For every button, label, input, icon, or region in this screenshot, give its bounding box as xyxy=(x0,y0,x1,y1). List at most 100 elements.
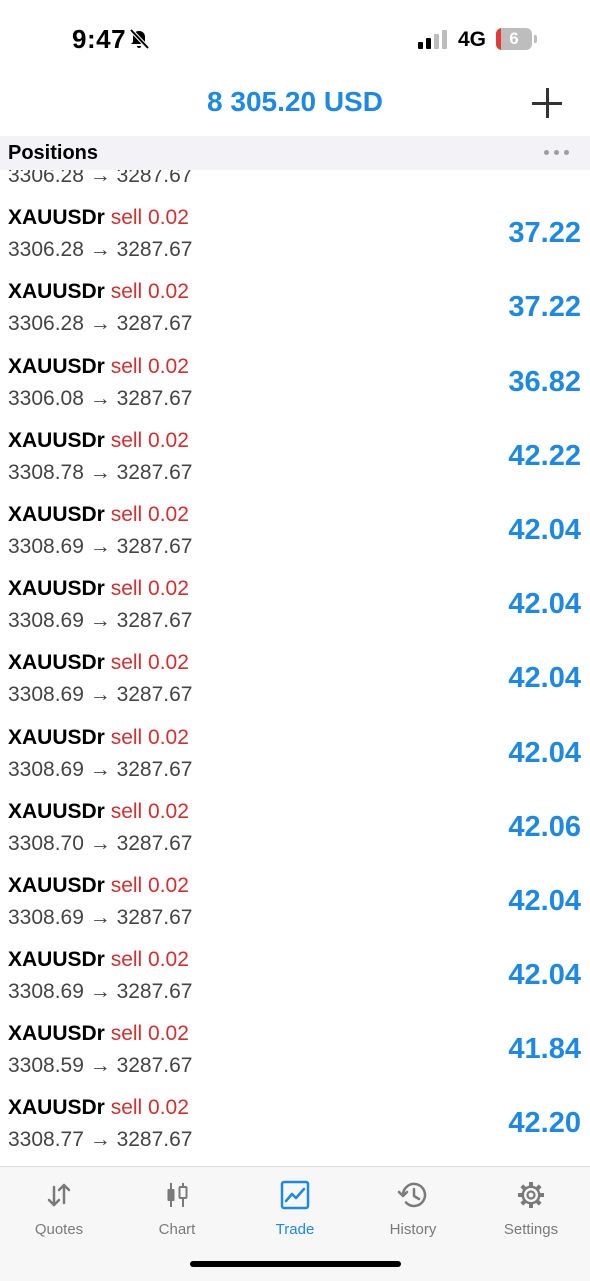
position-title: XAUUSDr sell 0.02 xyxy=(8,874,189,898)
position-profit: 42.04 xyxy=(508,513,581,546)
position-symbol: XAUUSDr xyxy=(8,799,105,823)
position-title: XAUUSDr sell 0.02 xyxy=(8,280,189,304)
position-profit: 36.82 xyxy=(508,365,581,398)
position-side: sell 0.02 xyxy=(110,354,189,378)
position-side: sell 0.02 xyxy=(110,725,189,749)
tab-label: Trade xyxy=(275,1221,315,1238)
position-side: sell 0.02 xyxy=(110,1022,189,1046)
position-profit: 42.22 xyxy=(508,439,581,472)
position-profit: 42.04 xyxy=(508,884,581,917)
position-row[interactable]: XAUUSDr sell 0.02 3308.69 → 3287.67 42.04 xyxy=(0,640,590,714)
account-balance: 8 305.20 USD xyxy=(207,86,383,117)
position-side: sell 0.02 xyxy=(110,428,189,452)
position-title: XAUUSDr sell 0.02 xyxy=(8,651,189,675)
candlestick-chart-icon xyxy=(167,1183,188,1207)
position-prices: 3308.59 → 3287.67 xyxy=(8,1054,193,1078)
position-row[interactable]: XAUUSDr sell 0.02 3308.69 → 3287.67 42.04 xyxy=(0,863,590,937)
position-prices: 3306.28 → 3287.67 xyxy=(8,238,193,262)
position-symbol: XAUUSDr xyxy=(8,948,105,972)
quotes-arrows-icon xyxy=(47,1183,71,1207)
status-bar: 9:47 4G 6 xyxy=(0,0,590,80)
position-symbol: XAUUSDr xyxy=(8,354,105,378)
positions-section-header: Positions xyxy=(0,136,590,170)
position-prices: 3308.69 → 3287.67 xyxy=(8,905,193,929)
position-side: sell 0.02 xyxy=(110,948,189,972)
position-row[interactable]: XAUUSDr sell 0.02 3308.59 → 3287.67 41.84 xyxy=(0,1011,590,1085)
position-side: sell 0.02 xyxy=(110,502,189,526)
position-title: XAUUSDr sell 0.02 xyxy=(8,948,189,972)
position-title: XAUUSDr sell 0.02 xyxy=(8,800,189,824)
positions-list[interactable]: 3306.28 → 3287.67 37.22 XAUUSDr sell 0.02 3… xyxy=(0,136,590,1166)
position-row[interactable]: XAUUSDr sell 0.02 3306.28 → 3287.67 37.22 xyxy=(0,195,590,269)
position-row[interactable]: XAUUSDr sell 0.02 3306.08 → 3287.67 36.82 xyxy=(0,344,590,418)
position-profit: 37.22 xyxy=(508,291,581,324)
position-symbol: XAUUSDr xyxy=(8,502,105,526)
status-time: 9:47 xyxy=(72,24,127,54)
tab-label: History xyxy=(389,1221,437,1238)
bell-muted-icon xyxy=(129,28,150,50)
tab-trade[interactable]: Trade xyxy=(240,1179,350,1238)
position-symbol: XAUUSDr xyxy=(8,651,105,675)
tab-history[interactable]: History xyxy=(358,1179,468,1238)
header: 8 305.20 USD xyxy=(0,80,590,130)
gear-icon xyxy=(518,1182,544,1208)
position-row[interactable]: XAUUSDr sell 0.02 3308.77 → 3287.67 42.20 xyxy=(0,1085,590,1159)
position-profit: 42.20 xyxy=(508,1107,581,1140)
position-row[interactable]: XAUUSDr sell 0.02 3306.28 → 3287.67 37.22 xyxy=(0,269,590,343)
position-symbol: XAUUSDr xyxy=(8,428,105,452)
position-prices: 3308.69 → 3287.67 xyxy=(8,683,193,707)
position-row[interactable]: XAUUSDr sell 0.02 3308.69 → 3287.67 42.04 xyxy=(0,566,590,640)
position-title: XAUUSDr sell 0.02 xyxy=(8,726,189,750)
position-prices: 3308.69 → 3287.67 xyxy=(8,980,193,1004)
battery-level: 6 xyxy=(509,29,519,48)
tab-chart[interactable]: Chart xyxy=(122,1179,232,1238)
position-row[interactable]: XAUUSDr sell 0.02 3308.69 → 3287.67 42.04 xyxy=(0,937,590,1011)
position-symbol: XAUUSDr xyxy=(8,1022,105,1046)
position-title: XAUUSDr sell 0.02 xyxy=(8,355,189,379)
trade-chart-icon xyxy=(280,1180,310,1210)
position-symbol: XAUUSDr xyxy=(8,280,105,304)
position-prices: 3306.28 → 3287.67 xyxy=(8,312,193,336)
position-row[interactable]: XAUUSDr sell 0.02 3308.69 → 3287.67 42.04 xyxy=(0,715,590,789)
more-options-icon[interactable] xyxy=(544,150,569,155)
position-side: sell 0.02 xyxy=(110,799,189,823)
position-symbol: XAUUSDr xyxy=(8,873,105,897)
position-prices: 3308.77 → 3287.67 xyxy=(8,1128,193,1152)
position-row[interactable]: XAUUSDr sell 0.02 3308.69 → 3287.67 42.04 xyxy=(0,492,590,566)
history-clock-icon xyxy=(397,1182,427,1208)
position-side: sell 0.02 xyxy=(110,651,189,675)
new-order-button[interactable] xyxy=(530,86,564,120)
home-indicator xyxy=(190,1261,401,1267)
battery-icon: 6 xyxy=(496,28,532,50)
position-side: sell 0.02 xyxy=(110,280,189,304)
position-title: XAUUSDr sell 0.02 xyxy=(8,577,189,601)
battery-tip xyxy=(534,35,537,43)
tab-label: Chart xyxy=(158,1221,196,1238)
signal-strength-icon xyxy=(418,30,447,49)
position-title: XAUUSDr sell 0.02 xyxy=(8,206,189,230)
tab-label: Settings xyxy=(503,1221,559,1238)
network-type: 4G xyxy=(458,28,487,51)
position-profit: 41.84 xyxy=(508,1033,581,1066)
position-symbol: XAUUSDr xyxy=(8,206,105,230)
section-title: Positions xyxy=(8,142,99,164)
position-profit: 42.04 xyxy=(508,662,581,695)
position-row[interactable]: XAUUSDr sell 0.02 3308.70 → 3287.67 42.06 xyxy=(0,789,590,863)
position-prices: 3308.70 → 3287.67 xyxy=(8,831,193,855)
position-row[interactable]: XAUUSDr sell 0.02 3308.78 → 3287.67 42.22 xyxy=(0,418,590,492)
position-title: XAUUSDr sell 0.02 xyxy=(8,429,189,453)
position-side: sell 0.02 xyxy=(110,206,189,230)
position-side: sell 0.02 xyxy=(110,577,189,601)
position-prices: 3308.69 → 3287.67 xyxy=(8,534,193,558)
tab-label: Quotes xyxy=(34,1221,84,1238)
tab-settings[interactable]: Settings xyxy=(476,1179,586,1238)
position-prices: 3306.08 → 3287.67 xyxy=(8,386,193,410)
position-profit: 42.06 xyxy=(508,810,581,843)
position-profit: 37.22 xyxy=(508,217,581,250)
position-profit: 42.04 xyxy=(508,959,581,992)
position-title: XAUUSDr sell 0.02 xyxy=(8,1096,189,1120)
position-profit: 42.04 xyxy=(508,588,581,621)
position-prices: 3308.69 → 3287.67 xyxy=(8,609,193,633)
tab-quotes[interactable]: Quotes xyxy=(4,1179,114,1238)
position-title: XAUUSDr sell 0.02 xyxy=(8,503,189,527)
